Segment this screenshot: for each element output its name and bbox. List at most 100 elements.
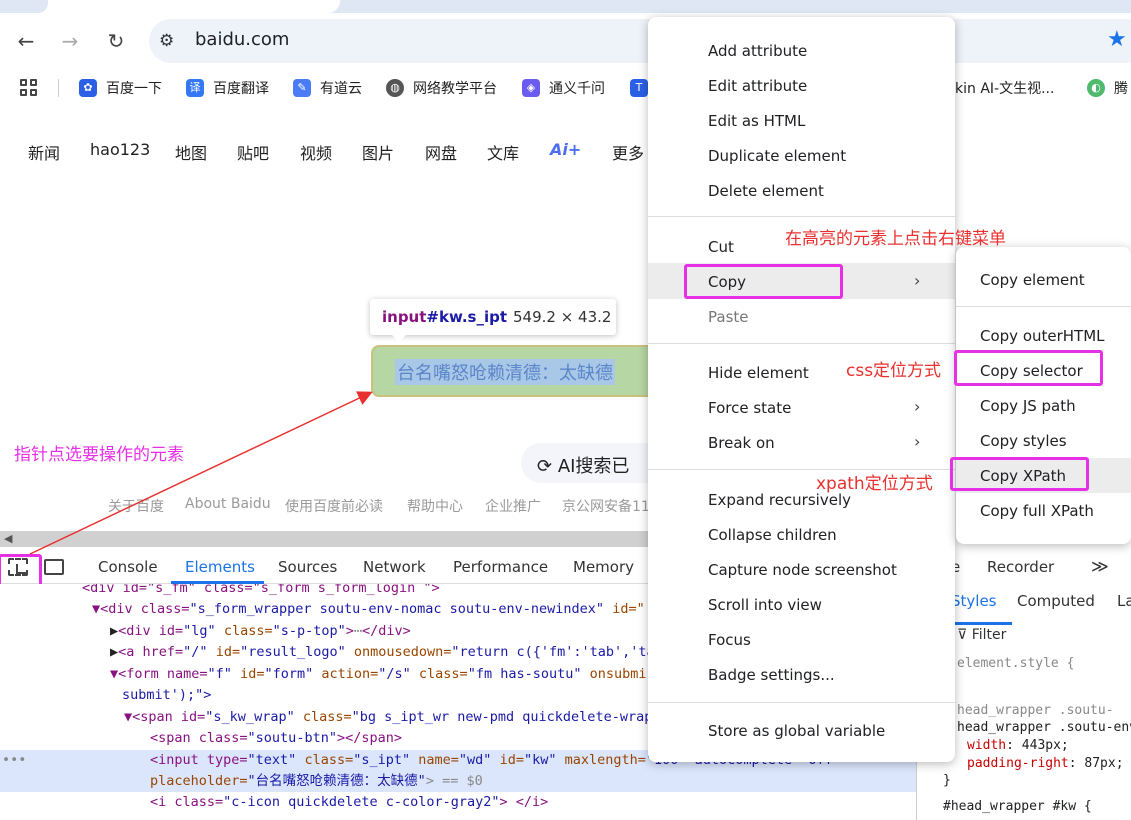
footer-help[interactable]: 帮助中心 — [407, 496, 463, 516]
dom-more-icon[interactable]: ••• — [2, 750, 26, 771]
tab-elements[interactable]: Elements — [185, 558, 255, 576]
tab-performance[interactable]: Performance — [453, 558, 548, 576]
menu-collapse-children[interactable]: Collapse children — [708, 526, 837, 544]
menu-capture-node-screenshot[interactable]: Capture node screenshot — [708, 561, 897, 579]
css-annotation: css定位方式 — [846, 361, 942, 381]
menu-badge-settings[interactable]: Badge settings... — [708, 666, 835, 684]
nav-tieba[interactable]: 贴吧 — [237, 140, 269, 164]
submenu-copy-full-xpath[interactable]: Copy full XPath — [980, 502, 1094, 520]
dom-line[interactable]: ▶<div id="lg" class="s-p-top">⋯</div> — [110, 621, 411, 642]
tab-memory[interactable]: Memory — [573, 558, 634, 576]
nav-image[interactable]: 图片 — [362, 140, 394, 164]
bookmark-star-icon[interactable]: ★ — [1107, 27, 1127, 52]
nav-more[interactable]: 更多 — [612, 140, 644, 164]
css-declaration[interactable]: padding-right: 87px; — [967, 756, 1124, 771]
bookmark-kling[interactable]: kin AI-文生视... — [955, 77, 1054, 99]
footer-terms[interactable]: 使用百度前必读 — [285, 496, 383, 516]
dom-line[interactable]: <i class="c-icon quickdelete c-color-gra… — [150, 792, 548, 813]
filter-input[interactable]: ⊽ Filter — [957, 627, 1006, 643]
footer-about-en[interactable]: About Baidu — [185, 496, 271, 512]
bookmark-label: kin AI-文生视... — [955, 81, 1055, 97]
youdao-note-icon: ✎ — [293, 79, 311, 97]
bookmark-youdao[interactable]: ✎ 有道云 — [293, 77, 362, 99]
menu-annotation: 在高亮的元素上点击右键菜单 — [785, 229, 1006, 249]
xpath-annotation: xpath定位方式 — [816, 474, 933, 494]
nav-pan[interactable]: 网盘 — [425, 140, 457, 164]
ai-search-label: ⟳ AI搜索已 — [537, 456, 630, 477]
bookmark-tongyi[interactable]: ◈ 通义千问 — [522, 77, 605, 99]
menu-delete-element[interactable]: Delete element — [708, 182, 824, 200]
tab-computed[interactable]: Computed — [1017, 592, 1095, 610]
menu-edit-as-html[interactable]: Edit as HTML — [708, 112, 805, 130]
menu-add-attribute[interactable]: Add attribute — [708, 42, 807, 60]
search-input-highlighted[interactable]: 台名嘴怒呛赖清德：太缺德 — [371, 345, 651, 397]
bookmark-label: 网络教学平台 — [413, 81, 497, 97]
site-info-icon[interactable]: ⚙ — [159, 31, 174, 51]
bookmark-label: 腾 — [1114, 81, 1128, 97]
menu-separator — [648, 702, 955, 703]
inspect-tooltip: input#kw.s_ipt 549.2 × 43.2 — [370, 299, 616, 342]
dom-line[interactable]: ▼<form name="f" id="form" action="/s" cl… — [110, 664, 647, 685]
bookmark-baidu[interactable]: ✿ 百度一下 — [79, 77, 162, 99]
baidu-paw-icon: ✿ — [79, 79, 97, 97]
pointer-annotation: 指针点选要操作的元素 — [14, 445, 184, 465]
translate-icon: 译 — [186, 79, 204, 97]
bookmark-fanyi[interactable]: 译百度翻译 — [186, 77, 269, 99]
forward-icon[interactable]: → — [56, 27, 84, 55]
tab-layout[interactable]: La — [1117, 592, 1131, 610]
submenu-copy-element[interactable]: Copy element — [980, 271, 1085, 289]
address-bar[interactable]: ⚙ baidu.com ★ — [149, 19, 1131, 63]
menu-hide-element[interactable]: Hide element — [708, 364, 809, 382]
menu-scroll-into-view[interactable]: Scroll into view — [708, 596, 822, 614]
bookmark-tencent[interactable]: ◐ 腾 — [1087, 77, 1128, 99]
dom-line-selected[interactable]: placeholder="台名嘴怒呛赖清德：太缺德"> == $0 — [150, 771, 483, 792]
apps-icon[interactable] — [20, 79, 38, 97]
menu-store-global-variable[interactable]: Store as global variable — [708, 722, 885, 740]
reload-icon[interactable]: ↻ — [102, 27, 130, 55]
globe-icon: ◍ — [386, 79, 404, 97]
menu-cut[interactable]: Cut — [708, 238, 734, 256]
tencent-icon: ◐ — [1087, 79, 1105, 97]
tab-styles[interactable]: Styles — [951, 592, 997, 610]
dom-line[interactable]: <div id="s_fm" class="s_form s_form_logi… — [82, 584, 440, 599]
menu-force-state[interactable]: Force state — [708, 399, 791, 417]
menu-break-on[interactable]: Break on — [708, 434, 775, 452]
ellipsis-icon: ⋯ — [353, 623, 363, 639]
tab-sources[interactable]: Sources — [278, 558, 337, 576]
dom-line[interactable]: ▶<a href="/" id="result_logo" onmousedow… — [110, 642, 655, 663]
footer-about[interactable]: 关于百度 — [108, 496, 164, 516]
menu-duplicate-element[interactable]: Duplicate element — [708, 147, 846, 165]
submenu-copy-js-path[interactable]: Copy JS path — [980, 397, 1076, 415]
tab-network[interactable]: Network — [363, 558, 426, 576]
submenu-copy-outerhtml[interactable]: Copy outerHTML — [980, 327, 1105, 345]
nav-map[interactable]: 地图 — [175, 140, 207, 164]
css-declaration[interactable]: width: 443px; — [967, 738, 1069, 753]
dom-line[interactable]: ▼<div class="s_form_wrapper soutu-env-no… — [92, 599, 645, 620]
bookmark-label: 通义千问 — [549, 81, 605, 97]
back-icon[interactable]: ← — [12, 27, 40, 55]
footer-promo[interactable]: 企业推广 — [485, 496, 541, 516]
scroll-left-icon[interactable]: ◀ — [4, 532, 12, 545]
nav-wenku[interactable]: 文库 — [487, 140, 519, 164]
tab-console[interactable]: Console — [98, 558, 158, 576]
bookmark-partial-icon: T — [630, 79, 648, 97]
more-tabs-icon[interactable]: ≫ — [1091, 557, 1109, 577]
menu-edit-attribute[interactable]: Edit attribute — [708, 77, 807, 95]
submenu-copy-styles[interactable]: Copy styles — [980, 432, 1067, 450]
dom-line[interactable]: ▼<span id="s_kw_wrap" class="bg s_ipt_wr… — [124, 707, 652, 728]
dom-line[interactable]: submit');"> — [122, 685, 211, 706]
device-toolbar-icon[interactable] — [44, 559, 64, 575]
tab-recorder[interactable]: Recorder — [987, 558, 1054, 576]
nav-news[interactable]: 新闻 — [28, 140, 60, 164]
xpath-highlight-box — [950, 457, 1089, 491]
footer-beian[interactable]: 京公网安备11 — [562, 496, 650, 516]
active-tab[interactable] — [0, 0, 340, 13]
dom-text: <div id="s_fm" class="s_form s_form_logi… — [82, 584, 440, 596]
nav-ai[interactable]: Ai+ — [550, 140, 581, 159]
bookmark-teaching-platform[interactable]: ◍ 网络教学平台 — [386, 77, 497, 99]
menu-focus[interactable]: Focus — [708, 631, 751, 649]
nav-video[interactable]: 视频 — [300, 140, 332, 164]
dom-line[interactable]: <span class="soutu-btn"></span> — [150, 728, 402, 749]
nav-hao123[interactable]: hao123 — [90, 140, 150, 159]
chevron-right-icon: › — [914, 432, 921, 451]
